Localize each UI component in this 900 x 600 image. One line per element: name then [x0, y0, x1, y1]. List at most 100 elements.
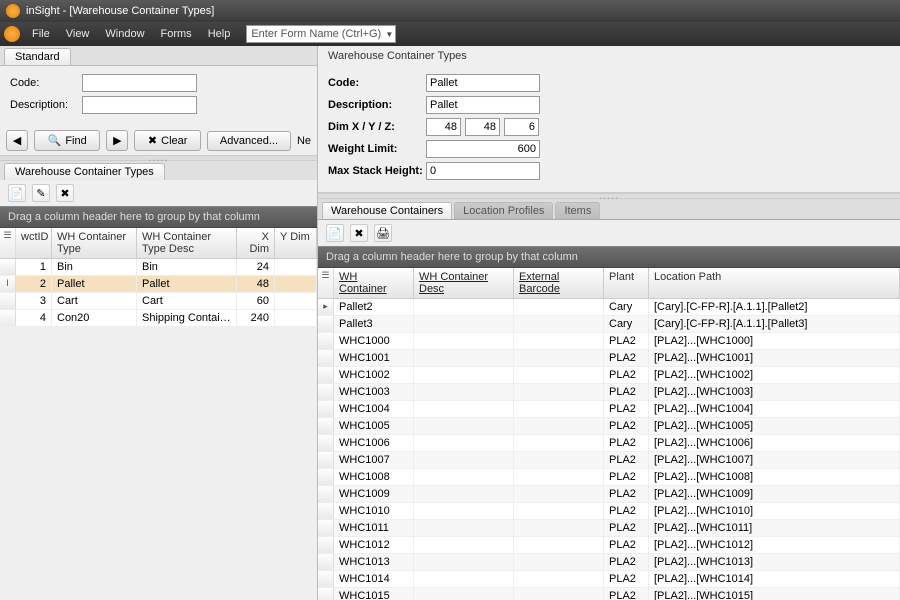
- row-indicator[interactable]: [318, 503, 334, 519]
- input-dim-y[interactable]: [465, 118, 500, 136]
- table-row[interactable]: WHC1003PLA2[PLA2]...[WHC1003]: [318, 384, 900, 401]
- tab-container-types[interactable]: Warehouse Container Types: [4, 163, 165, 180]
- delete-container-icon[interactable]: ✖: [350, 224, 368, 242]
- menu-view[interactable]: View: [58, 26, 98, 42]
- tab-location-profiles[interactable]: Location Profiles: [454, 202, 553, 219]
- table-row[interactable]: WHC1008PLA2[PLA2]...[WHC1008]: [318, 469, 900, 486]
- cell-container: WHC1008: [334, 469, 414, 485]
- col-wctid[interactable]: wctID: [16, 228, 52, 258]
- row-indicator[interactable]: [318, 469, 334, 485]
- table-row[interactable]: WHC1000PLA2[PLA2]...[WHC1000]: [318, 333, 900, 350]
- table-row[interactable]: 4Con20Shipping Container20'240: [0, 310, 317, 327]
- row-indicator[interactable]: [318, 350, 334, 366]
- tab-standard[interactable]: Standard: [4, 48, 71, 65]
- table-row[interactable]: WHC1014PLA2[PLA2]...[WHC1014]: [318, 571, 900, 588]
- row-indicator[interactable]: [318, 367, 334, 383]
- input-r-desc[interactable]: [426, 96, 540, 114]
- row-indicator[interactable]: [318, 486, 334, 502]
- table-row[interactable]: WHC1001PLA2[PLA2]...[WHC1001]: [318, 350, 900, 367]
- form-search-placeholder: Enter Form Name (Ctrl+G): [251, 28, 381, 40]
- delete-record-icon[interactable]: ✖: [56, 184, 74, 202]
- row-indicator[interactable]: [318, 401, 334, 417]
- table-row[interactable]: Pallet3Cary[Cary].[C-FP-R].[A.1.1].[Pall…: [318, 316, 900, 333]
- cell-container-desc: [414, 316, 514, 332]
- col-desc[interactable]: WH Container Type Desc: [137, 228, 237, 258]
- new-button-truncated[interactable]: Ne: [297, 135, 311, 147]
- table-row[interactable]: WHC1012PLA2[PLA2]...[WHC1012]: [318, 537, 900, 554]
- nav-next-button[interactable]: ▶: [106, 130, 128, 151]
- table-row[interactable]: WHC1002PLA2[PLA2]...[WHC1002]: [318, 367, 900, 384]
- row-selector-header[interactable]: ☰: [0, 228, 16, 258]
- row-indicator[interactable]: [318, 452, 334, 468]
- table-row[interactable]: I2PalletPallet48: [0, 276, 317, 293]
- row-indicator[interactable]: [318, 554, 334, 570]
- input-code[interactable]: [82, 74, 197, 92]
- row-indicator[interactable]: [318, 571, 334, 587]
- col-plant[interactable]: Plant: [604, 268, 649, 298]
- new-container-icon[interactable]: 📄: [326, 224, 344, 242]
- advanced-button[interactable]: Advanced...: [207, 131, 291, 151]
- table-row[interactable]: ▸Pallet2Cary[Cary].[C-FP-R].[A.1.1].[Pal…: [318, 299, 900, 316]
- table-row[interactable]: WHC1013PLA2[PLA2]...[WHC1013]: [318, 554, 900, 571]
- row-indicator[interactable]: [318, 520, 334, 536]
- input-dim-x[interactable]: [426, 118, 461, 136]
- row-indicator[interactable]: ▸: [318, 299, 334, 315]
- col-container-desc[interactable]: WH Container Desc: [414, 268, 514, 298]
- row-indicator[interactable]: [318, 588, 334, 600]
- table-row[interactable]: 1BinBin24: [0, 259, 317, 276]
- row-indicator[interactable]: [0, 293, 16, 309]
- table-row[interactable]: WHC1010PLA2[PLA2]...[WHC1010]: [318, 503, 900, 520]
- splitter-right[interactable]: [318, 193, 900, 199]
- tab-warehouse-containers[interactable]: Warehouse Containers: [322, 202, 452, 219]
- row-indicator[interactable]: [318, 537, 334, 553]
- col-location-path[interactable]: Location Path: [649, 268, 900, 298]
- clear-button[interactable]: ✖Clear: [134, 130, 201, 151]
- cell-container-desc: [414, 588, 514, 600]
- table-row[interactable]: WHC1005PLA2[PLA2]...[WHC1005]: [318, 418, 900, 435]
- input-weight-limit[interactable]: [426, 140, 540, 158]
- row-selector-header[interactable]: ☰: [318, 268, 334, 298]
- menu-file[interactable]: File: [24, 26, 58, 42]
- cell-desc: Bin: [137, 259, 237, 275]
- group-by-bar-right[interactable]: Drag a column header here to group by th…: [318, 246, 900, 268]
- row-indicator[interactable]: [318, 316, 334, 332]
- col-container[interactable]: WH Container: [334, 268, 414, 298]
- find-button[interactable]: 🔍Find: [34, 130, 100, 151]
- app-menu-icon[interactable]: [4, 26, 20, 42]
- menu-window[interactable]: Window: [97, 26, 152, 42]
- table-row[interactable]: WHC1007PLA2[PLA2]...[WHC1007]: [318, 452, 900, 469]
- cell-plant: PLA2: [604, 333, 649, 349]
- col-barcode[interactable]: External Barcode: [514, 268, 604, 298]
- input-max-stack[interactable]: [426, 162, 540, 180]
- input-r-code[interactable]: [426, 74, 540, 92]
- row-indicator[interactable]: [318, 435, 334, 451]
- input-description[interactable]: [82, 96, 197, 114]
- form-search-dropdown[interactable]: Enter Form Name (Ctrl+G) ▼: [246, 25, 396, 43]
- table-row[interactable]: WHC1015PLA2[PLA2]...[WHC1015]: [318, 588, 900, 600]
- edit-record-icon[interactable]: ✎: [32, 184, 50, 202]
- row-indicator[interactable]: I: [0, 276, 16, 292]
- col-ydim[interactable]: Y Dim: [275, 228, 317, 258]
- row-indicator[interactable]: [0, 259, 16, 275]
- row-indicator[interactable]: [318, 384, 334, 400]
- new-record-icon[interactable]: 📄: [8, 184, 26, 202]
- menu-help[interactable]: Help: [200, 26, 239, 42]
- tab-items[interactable]: Items: [555, 202, 600, 219]
- table-row[interactable]: WHC1006PLA2[PLA2]...[WHC1006]: [318, 435, 900, 452]
- table-row[interactable]: WHC1009PLA2[PLA2]...[WHC1009]: [318, 486, 900, 503]
- group-by-bar[interactable]: Drag a column header here to group by th…: [0, 206, 317, 228]
- table-row[interactable]: WHC1011PLA2[PLA2]...[WHC1011]: [318, 520, 900, 537]
- col-type[interactable]: WH Container Type: [52, 228, 137, 258]
- nav-first-button[interactable]: ◀: [6, 130, 28, 151]
- print-icon[interactable]: 🖨: [374, 224, 392, 242]
- row-indicator[interactable]: [318, 333, 334, 349]
- table-row[interactable]: WHC1004PLA2[PLA2]...[WHC1004]: [318, 401, 900, 418]
- menu-forms[interactable]: Forms: [153, 26, 200, 42]
- col-xdim[interactable]: X Dim: [237, 228, 275, 258]
- input-dim-z[interactable]: [504, 118, 539, 136]
- row-indicator[interactable]: [318, 418, 334, 434]
- splitter-horizontal[interactable]: [0, 155, 317, 161]
- cell-barcode: [514, 418, 604, 434]
- table-row[interactable]: 3CartCart60: [0, 293, 317, 310]
- row-indicator[interactable]: [0, 310, 16, 326]
